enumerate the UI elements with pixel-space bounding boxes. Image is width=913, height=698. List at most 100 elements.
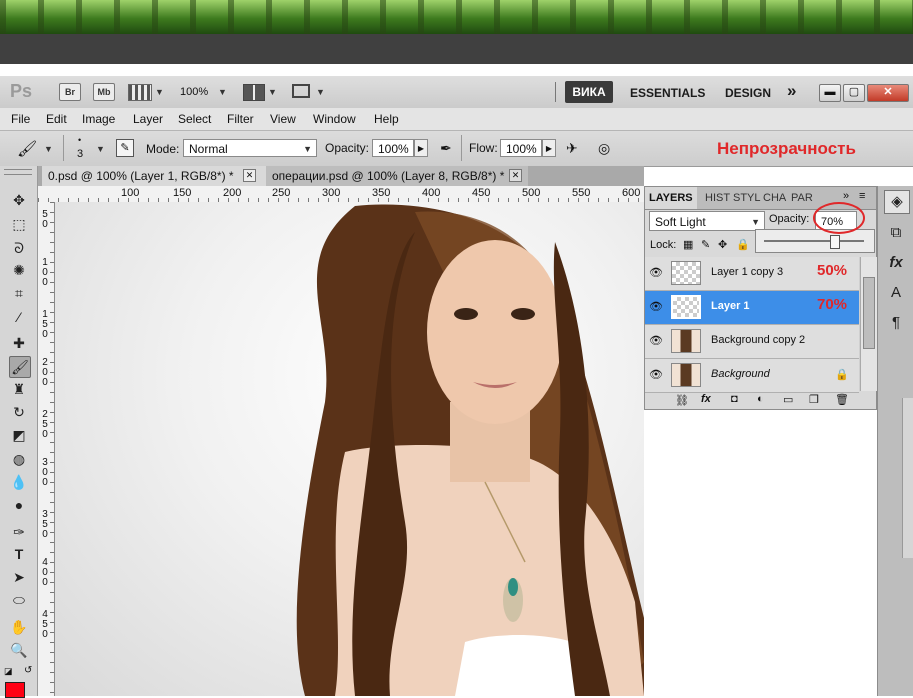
chevron-down-icon[interactable]: ▼: [268, 87, 277, 97]
tab-document-operations[interactable]: операции.psd @ 100% (Layer 8, RGB/8*) *: [266, 166, 528, 186]
ellipse-tool-icon[interactable]: ⬭: [9, 590, 29, 610]
paint-bucket-tool-icon[interactable]: ◍: [9, 449, 29, 469]
blur-tool-icon[interactable]: 💧: [9, 472, 29, 492]
opacity-slider-track[interactable]: [764, 240, 864, 242]
hand-tool-icon[interactable]: ✋: [9, 617, 29, 637]
layers-panel-icon[interactable]: ◈: [884, 190, 910, 214]
lock-transparent-icon[interactable]: ▦: [683, 238, 693, 251]
default-colors-icon[interactable]: ◪: [4, 666, 13, 677]
type-tool-icon[interactable]: T: [9, 544, 29, 564]
path-selection-tool-icon[interactable]: ➤: [9, 567, 29, 587]
tab-document-0[interactable]: 0.psd @ 100% (Layer 1, RGB/8*) *: [42, 166, 266, 186]
character-panel-icon[interactable]: A: [884, 282, 908, 304]
layer-row-layer-1[interactable]: 👁 Layer 1 70%: [645, 291, 859, 325]
zoom-tool-icon[interactable]: 🔍: [9, 640, 29, 660]
channels-panel-icon[interactable]: ⧉: [884, 222, 908, 244]
toolbox-grip[interactable]: [4, 169, 32, 175]
layer-row-background-copy-2[interactable]: 👁 Background copy 2: [645, 325, 859, 359]
opacity-slider-thumb[interactable]: [830, 235, 840, 249]
workspace-essentials-button[interactable]: ESSENTIALS: [630, 86, 705, 100]
history-brush-tool-icon[interactable]: ↻: [9, 402, 29, 422]
menu-filter[interactable]: Filter: [227, 112, 254, 126]
more-workspaces-button[interactable]: »: [787, 81, 796, 101]
extras-icon[interactable]: [128, 84, 152, 101]
pressure-size-icon[interactable]: ◎: [598, 140, 610, 157]
chevron-down-icon[interactable]: ▼: [96, 144, 105, 154]
link-layers-icon[interactable]: ⛓: [675, 394, 689, 407]
crop-tool-icon[interactable]: ⌗: [9, 283, 29, 303]
menu-edit[interactable]: Edit: [46, 112, 67, 126]
trash-icon[interactable]: 🗑: [835, 393, 849, 406]
brush-size-value[interactable]: 3: [77, 148, 83, 160]
fx-panel-icon[interactable]: fx: [884, 252, 908, 274]
menu-help[interactable]: Help: [374, 112, 399, 126]
menu-select[interactable]: Select: [178, 112, 211, 126]
document-canvas[interactable]: [55, 202, 644, 696]
brush-panel-toggle-icon[interactable]: ✎: [116, 139, 134, 157]
tab-layers[interactable]: LAYERS: [645, 187, 697, 209]
menu-layer[interactable]: Layer: [133, 112, 163, 126]
chevron-down-icon[interactable]: ▼: [44, 144, 53, 154]
swap-colors-icon[interactable]: ↺: [24, 665, 32, 676]
dodge-tool-icon[interactable]: ●: [9, 495, 29, 515]
opacity-input[interactable]: 100%: [372, 139, 414, 157]
bridge-button[interactable]: Br: [59, 83, 81, 101]
paragraph-panel-icon[interactable]: ¶: [884, 312, 908, 334]
chevron-down-icon[interactable]: ▼: [316, 87, 325, 97]
clone-stamp-tool-icon[interactable]: ♜: [9, 379, 29, 399]
healing-brush-tool-icon[interactable]: ✚: [9, 333, 29, 353]
lock-image-icon[interactable]: ✎: [701, 238, 710, 251]
collapse-panel-icon[interactable]: »: [843, 190, 849, 202]
blend-mode-select[interactable]: Soft Light ▼: [649, 211, 765, 231]
menu-view[interactable]: View: [270, 112, 296, 126]
tab-channels[interactable]: CHA: [759, 187, 790, 209]
panel-menu-icon[interactable]: ≡: [859, 190, 865, 202]
dock-scrollbar[interactable]: [902, 398, 913, 558]
menu-window[interactable]: Window: [313, 112, 356, 126]
close-button[interactable]: ✕: [867, 84, 909, 102]
move-tool-icon[interactable]: ✥: [9, 190, 29, 210]
visibility-eye-icon[interactable]: 👁: [649, 266, 663, 280]
visibility-eye-icon[interactable]: 👁: [649, 300, 663, 314]
lock-position-icon[interactable]: ✥: [718, 238, 727, 251]
new-group-icon[interactable]: ▭: [783, 393, 793, 406]
pressure-opacity-icon[interactable]: ✒: [440, 140, 452, 157]
adjustment-layer-icon[interactable]: ◐: [757, 393, 764, 405]
minimize-button[interactable]: ▬: [819, 84, 841, 102]
brush-preset-icon[interactable]: 🖌: [17, 139, 37, 159]
add-mask-icon[interactable]: ◘: [731, 393, 738, 405]
workspace-vika-button[interactable]: ВИКА: [565, 81, 613, 103]
arrange-documents-icon[interactable]: [243, 84, 265, 101]
lasso-tool-icon[interactable]: ᘐ: [9, 238, 29, 258]
workspace-design-button[interactable]: DESIGN: [725, 86, 771, 100]
menu-image[interactable]: Image: [82, 112, 115, 126]
opacity-slider-toggle[interactable]: ▶: [414, 139, 428, 157]
close-tab-icon[interactable]: ✕: [509, 169, 522, 182]
chevron-down-icon[interactable]: ▼: [218, 87, 227, 97]
screen-mode-icon[interactable]: [292, 84, 310, 98]
chevron-down-icon[interactable]: ▼: [155, 87, 164, 97]
zoom-level[interactable]: 100%: [180, 86, 208, 98]
brush-tool-icon[interactable]: 🖌: [9, 356, 31, 378]
close-tab-icon[interactable]: ✕: [243, 169, 256, 182]
fx-icon[interactable]: fx: [701, 393, 711, 405]
maximize-button[interactable]: ▢: [843, 84, 865, 102]
lock-all-icon[interactable]: 🔒: [736, 238, 750, 251]
pen-tool-icon[interactable]: ✑: [9, 522, 29, 542]
tab-paragraph[interactable]: PAR: [787, 187, 817, 209]
quick-selection-tool-icon[interactable]: ✺: [9, 260, 29, 280]
marquee-tool-icon[interactable]: ⬚: [9, 214, 29, 234]
eraser-tool-icon[interactable]: ◩: [9, 425, 29, 445]
eyedropper-tool-icon[interactable]: ⁄: [9, 307, 29, 327]
visibility-eye-icon[interactable]: 👁: [649, 334, 663, 348]
layer-row-layer-1-copy-3[interactable]: 👁 Layer 1 copy 3 50%: [645, 257, 859, 291]
flow-slider-toggle[interactable]: ▶: [542, 139, 556, 157]
visibility-eye-icon[interactable]: 👁: [649, 368, 663, 382]
new-layer-icon[interactable]: ❐: [809, 393, 819, 406]
mode-select[interactable]: Normal ▼: [183, 139, 317, 157]
layers-scrollbar[interactable]: [860, 257, 877, 391]
airbrush-icon[interactable]: ✈: [566, 140, 578, 157]
scrollbar-thumb[interactable]: [863, 277, 875, 349]
layer-row-background[interactable]: 👁 Background 🔒: [645, 359, 859, 393]
flow-input[interactable]: 100%: [500, 139, 542, 157]
